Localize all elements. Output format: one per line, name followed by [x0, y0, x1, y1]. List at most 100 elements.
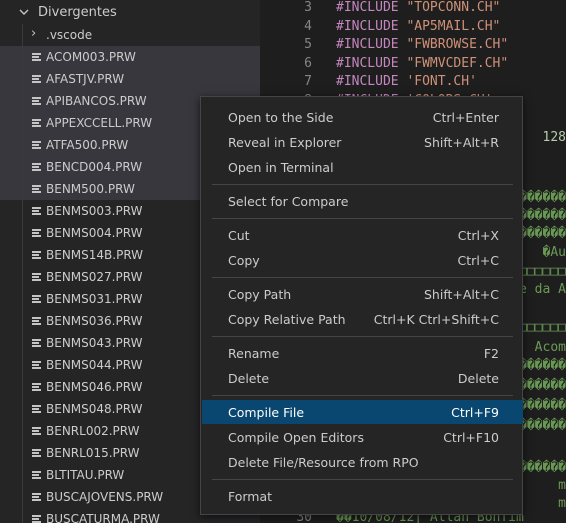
menu-item-label: Format	[228, 489, 273, 504]
menu-item-copy[interactable]: Copy Ctrl+C	[202, 248, 523, 272]
line-number: 3	[304, 0, 312, 15]
menu-item-label: Open to the Side	[228, 110, 334, 125]
menu-item-label: Delete File/Resource from RPO	[228, 455, 419, 470]
code-fragment: m	[558, 478, 566, 493]
menu-item-cut[interactable]: Cut Ctrl+X	[202, 223, 523, 247]
file-lines-icon	[32, 427, 41, 435]
tree-item-label: BENMS003.PRW	[46, 204, 143, 218]
menu-item-shortcut: Ctrl+F9	[451, 405, 499, 420]
menu-item-format[interactable]: Format	[202, 484, 523, 508]
code-keyword: #INCLUDE	[336, 55, 399, 71]
line-number: 7	[304, 74, 312, 90]
menu-item-select-for-compare[interactable]: Select for Compare	[202, 189, 523, 213]
line-number: 4	[304, 18, 312, 34]
chevron-right-icon: ›	[31, 26, 37, 41]
menu-item-shortcut: Ctrl+K Ctrl+Shift+C	[373, 312, 499, 327]
code-line: #INCLUDE "AP5MAIL.CH"	[336, 19, 500, 34]
tree-item-label: BENMS14B.PRW	[46, 248, 144, 262]
menu-item-open-to-the-side[interactable]: Open to the Side Ctrl+Enter	[202, 105, 523, 129]
indent-guide	[22, 376, 23, 398]
file-lines-icon	[32, 229, 41, 237]
menu-item-delete-file-resource-from-rpo[interactable]: Delete File/Resource from RPO	[202, 450, 523, 474]
menu-item-compile-open-editors[interactable]: Compile Open Editors Ctrl+F10	[202, 425, 523, 449]
file-lines-icon	[32, 383, 41, 391]
menu-item-label: Copy Path	[228, 287, 292, 302]
tree-item-label: BENMS043.PRW	[46, 336, 143, 350]
menu-item-label: Reveal in Explorer	[228, 135, 342, 150]
menu-item-label: Compile File	[228, 405, 305, 420]
tree-item-label: BUSCAJOVENS.PRW	[46, 490, 164, 504]
file-lines-icon	[32, 515, 41, 523]
menu-item-shortcut: F2	[483, 346, 499, 361]
menu-item-shortcut: Ctrl+Enter	[432, 110, 499, 125]
indent-guide	[22, 178, 23, 200]
line-number: 6	[304, 55, 312, 71]
tree-item-label: BENMS004.PRW	[46, 226, 143, 240]
code-keyword: #INCLUDE	[336, 18, 399, 34]
menu-item-label: Compile Open Editors	[228, 430, 364, 445]
code-keyword: #INCLUDE	[336, 0, 399, 15]
menu-item-shortcut: Delete	[457, 371, 499, 386]
file-lines-icon	[32, 361, 41, 369]
tree-item-label: .vscode	[46, 28, 93, 42]
file-lines-icon	[32, 339, 41, 347]
indent-guide	[22, 398, 23, 420]
file-lines-icon	[32, 295, 41, 303]
indent-guide	[22, 222, 23, 244]
indent-guide	[22, 244, 23, 266]
tree-item-label: BENRL002.PRW	[46, 424, 140, 438]
menu-item-label: Cut	[228, 228, 250, 243]
code-line: #INCLUDE "FWBROWSE.CH"	[336, 37, 508, 52]
context-menu: Open to the Side Ctrl+Enter Reveal in Expl…	[200, 96, 523, 515]
tree-file-item[interactable]: ACOM003.PRW	[0, 46, 260, 68]
menu-item-copy-path[interactable]: Copy Path Shift+Alt+C	[202, 282, 523, 306]
tree-item-label: BENRL015.PRW	[46, 446, 140, 460]
tree-file-item[interactable]: AFASTJV.PRW	[0, 68, 260, 90]
indent-guide	[22, 200, 23, 222]
indent-guide	[22, 464, 23, 486]
indent-guide	[22, 156, 23, 178]
file-lines-icon	[32, 405, 41, 413]
tree-item-label: AFASTJV.PRW	[46, 72, 125, 86]
file-lines-icon	[32, 471, 41, 479]
tree-item-label: BENCD004.PRW	[46, 160, 143, 174]
menu-item-open-in-terminal[interactable]: Open in Terminal	[202, 155, 523, 179]
menu-item-delete[interactable]: Delete Delete	[202, 366, 523, 390]
tree-item-label: ATFA500.PRW	[46, 138, 129, 152]
indent-guide	[22, 420, 23, 442]
menu-item-label: Select for Compare	[228, 194, 349, 209]
menu-item-copy-relative-path[interactable]: Copy Relative Path Ctrl+K Ctrl+Shift+C	[202, 307, 523, 331]
menu-item-label: Copy	[228, 253, 260, 268]
code-fragment: �Au	[542, 245, 566, 260]
tree-item-label: BENMS048.PRW	[46, 402, 143, 416]
tree-item-label: BENMS027.PRW	[46, 270, 143, 284]
indent-guide	[22, 310, 23, 332]
folder-divergentes[interactable]: Divergentes	[0, 2, 260, 24]
code-string: "FWBROWSE.CH"	[406, 37, 509, 53]
indent-guide	[22, 442, 23, 464]
menu-separator	[212, 277, 513, 278]
code-string: "FWMVCDEF.CH"	[406, 55, 509, 71]
code-line: #INCLUDE "TOPCONN.CH"	[336, 0, 500, 15]
indent-guide	[22, 134, 23, 156]
tree-item-label: BUSCATURMA.PRW	[46, 512, 160, 523]
menu-item-label: Rename	[228, 346, 280, 361]
indent-guide	[22, 288, 23, 310]
menu-separator	[212, 218, 513, 219]
menu-item-compile-file[interactable]: Compile File Ctrl+F9	[202, 400, 523, 424]
indent-guide	[22, 332, 23, 354]
file-lines-icon	[32, 163, 41, 171]
tree-folder-item[interactable]: › .vscode	[0, 24, 260, 46]
menu-separator	[212, 479, 513, 480]
file-lines-icon	[32, 493, 41, 501]
menu-item-rename[interactable]: Rename F2	[202, 341, 523, 365]
menu-item-shortcut: Shift+Alt+R	[424, 135, 499, 150]
menu-item-shortcut: Shift+Alt+C	[423, 287, 499, 302]
menu-item-reveal-in-explorer[interactable]: Reveal in Explorer Shift+Alt+R	[202, 130, 523, 154]
code-keyword: #INCLUDE	[336, 37, 399, 53]
tree-item-label: BENMS046.PRW	[46, 380, 143, 394]
tree-item-label: APIBANCOS.PRW	[46, 94, 147, 108]
menu-item-shortcut: Ctrl+X	[457, 228, 499, 243]
file-lines-icon	[32, 449, 41, 457]
indent-guide	[22, 68, 23, 90]
